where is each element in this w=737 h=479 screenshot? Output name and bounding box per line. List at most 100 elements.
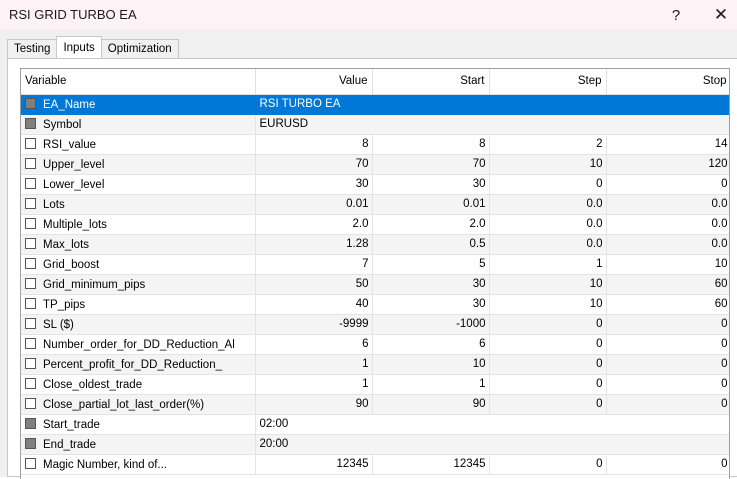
optimize-checkbox-icon[interactable] [25,357,36,369]
table-row[interactable]: Multiple_lots 2.0 2.0 0.0 0.0 [21,214,729,235]
stop-cell[interactable]: 0 [606,374,729,395]
optimize-checkbox-icon[interactable] [25,317,36,329]
value-cell[interactable]: 02:00 [255,414,729,435]
table-row[interactable]: RSI_value 8 8 2 14 [21,134,729,155]
optimize-checkbox-icon[interactable] [25,437,36,449]
optimize-checkbox-icon[interactable] [25,237,36,249]
variable-cell[interactable]: End_trade [21,434,256,455]
stop-cell[interactable]: 10 [606,254,729,275]
table-row[interactable]: Upper_level 70 70 10 120 [21,154,729,175]
variable-cell[interactable]: Lots [21,194,256,215]
variable-cell[interactable]: Grid_minimum_pips [21,274,256,295]
step-cell[interactable]: 0.0 [489,234,607,255]
value-cell[interactable]: 12345 [255,454,373,475]
stop-cell[interactable]: 14 [606,134,729,155]
start-cell[interactable]: 90 [372,394,490,415]
value-cell[interactable]: 90 [255,394,373,415]
table-row[interactable]: TP_pips 40 30 10 60 [21,294,729,315]
table-row[interactable]: Lower_level 30 30 0 0 [21,174,729,195]
optimize-checkbox-icon[interactable] [25,137,36,149]
start-cell[interactable]: 70 [372,154,490,175]
value-cell[interactable]: 50 [255,274,373,295]
optimize-checkbox-icon[interactable] [25,397,36,409]
variable-cell[interactable]: Close_partial_lot_last_order(%) [21,394,256,415]
value-cell[interactable]: 0.01 [255,194,373,215]
column-header-start[interactable]: Start [372,69,490,95]
step-cell[interactable]: 10 [489,274,607,295]
stop-cell[interactable]: 0 [606,394,729,415]
optimize-checkbox-icon[interactable] [25,217,36,229]
table-row[interactable]: Percent_profit_for_DD_Reduction_ 1 10 0 0 [21,354,729,375]
help-button[interactable]: ? [654,0,698,30]
step-cell[interactable]: 0.0 [489,214,607,235]
optimize-checkbox-icon[interactable] [25,297,36,309]
optimize-checkbox-icon[interactable] [25,177,36,189]
value-cell[interactable]: 7 [255,254,373,275]
value-cell[interactable]: RSI TURBO EA [255,94,729,115]
column-header-stop[interactable]: Stop [606,69,729,95]
value-cell[interactable]: 2.0 [255,214,373,235]
step-cell[interactable]: 0 [489,374,607,395]
start-cell[interactable]: 1 [372,374,490,395]
table-row[interactable]: End_trade 20:00 [21,434,729,455]
stop-cell[interactable]: 0.0 [606,194,729,215]
table-row[interactable]: Number_order_for_DD_Reduction_Al 6 6 0 0 [21,334,729,355]
close-button[interactable]: ✕ [699,0,737,30]
tab-testing[interactable]: Testing [7,39,58,58]
stop-cell[interactable]: 0.0 [606,214,729,235]
stop-cell[interactable]: 60 [606,274,729,295]
start-cell[interactable]: 0.01 [372,194,490,215]
column-header-value[interactable]: Value [255,69,373,95]
inputs-grid[interactable]: Variable Value Start Step Stop EA_Name RS… [20,68,730,479]
table-row[interactable]: Start_trade 02:00 [21,414,729,435]
step-cell[interactable]: 0 [489,314,607,335]
value-cell[interactable]: 1 [255,354,373,375]
optimize-checkbox-icon[interactable] [25,337,36,349]
column-header-variable[interactable]: Variable [21,69,256,95]
variable-cell[interactable]: Upper_level [21,154,256,175]
optimize-checkbox-icon[interactable] [25,117,36,129]
variable-cell[interactable]: Max_lots [21,234,256,255]
stop-cell[interactable]: 0 [606,354,729,375]
variable-cell[interactable]: TP_pips [21,294,256,315]
value-cell[interactable]: 6 [255,334,373,355]
optimize-checkbox-icon[interactable] [25,277,36,289]
optimize-checkbox-icon[interactable] [25,257,36,269]
optimize-checkbox-icon[interactable] [25,457,36,469]
table-row[interactable]: Max_lots 1.28 0.5 0.0 0.0 [21,234,729,255]
stop-cell[interactable]: 0.0 [606,234,729,255]
optimize-checkbox-icon[interactable] [25,377,36,389]
variable-cell[interactable]: Grid_boost [21,254,256,275]
optimize-checkbox-icon[interactable] [25,197,36,209]
value-cell[interactable]: EURUSD [255,114,729,135]
tab-optimization[interactable]: Optimization [100,39,179,58]
step-cell[interactable]: 0 [489,174,607,195]
stop-cell[interactable]: 60 [606,294,729,315]
start-cell[interactable]: 30 [372,174,490,195]
value-cell[interactable]: -9999 [255,314,373,335]
start-cell[interactable]: 5 [372,254,490,275]
table-row[interactable]: Lots 0.01 0.01 0.0 0.0 [21,194,729,215]
stop-cell[interactable]: 0 [606,454,729,475]
optimize-checkbox-icon[interactable] [25,157,36,169]
table-row[interactable]: Magic Number, kind of... 12345 12345 0 0 [21,454,729,475]
value-cell[interactable]: 1.28 [255,234,373,255]
table-row[interactable]: Grid_minimum_pips 50 30 10 60 [21,274,729,295]
optimize-checkbox-icon[interactable] [25,417,36,429]
table-row[interactable]: EA_Name RSI TURBO EA [21,94,729,115]
variable-cell[interactable]: RSI_value [21,134,256,155]
variable-cell[interactable]: Symbol [21,114,256,135]
start-cell[interactable]: -1000 [372,314,490,335]
stop-cell[interactable]: 0 [606,334,729,355]
value-cell[interactable]: 8 [255,134,373,155]
start-cell[interactable]: 6 [372,334,490,355]
value-cell[interactable]: 30 [255,174,373,195]
step-cell[interactable]: 0 [489,454,607,475]
step-cell[interactable]: 10 [489,294,607,315]
stop-cell[interactable]: 0 [606,314,729,335]
optimize-checkbox-icon[interactable] [25,97,36,109]
value-cell[interactable]: 40 [255,294,373,315]
variable-cell[interactable]: Lower_level [21,174,256,195]
step-cell[interactable]: 0 [489,354,607,375]
tab-inputs[interactable]: Inputs [56,36,102,58]
